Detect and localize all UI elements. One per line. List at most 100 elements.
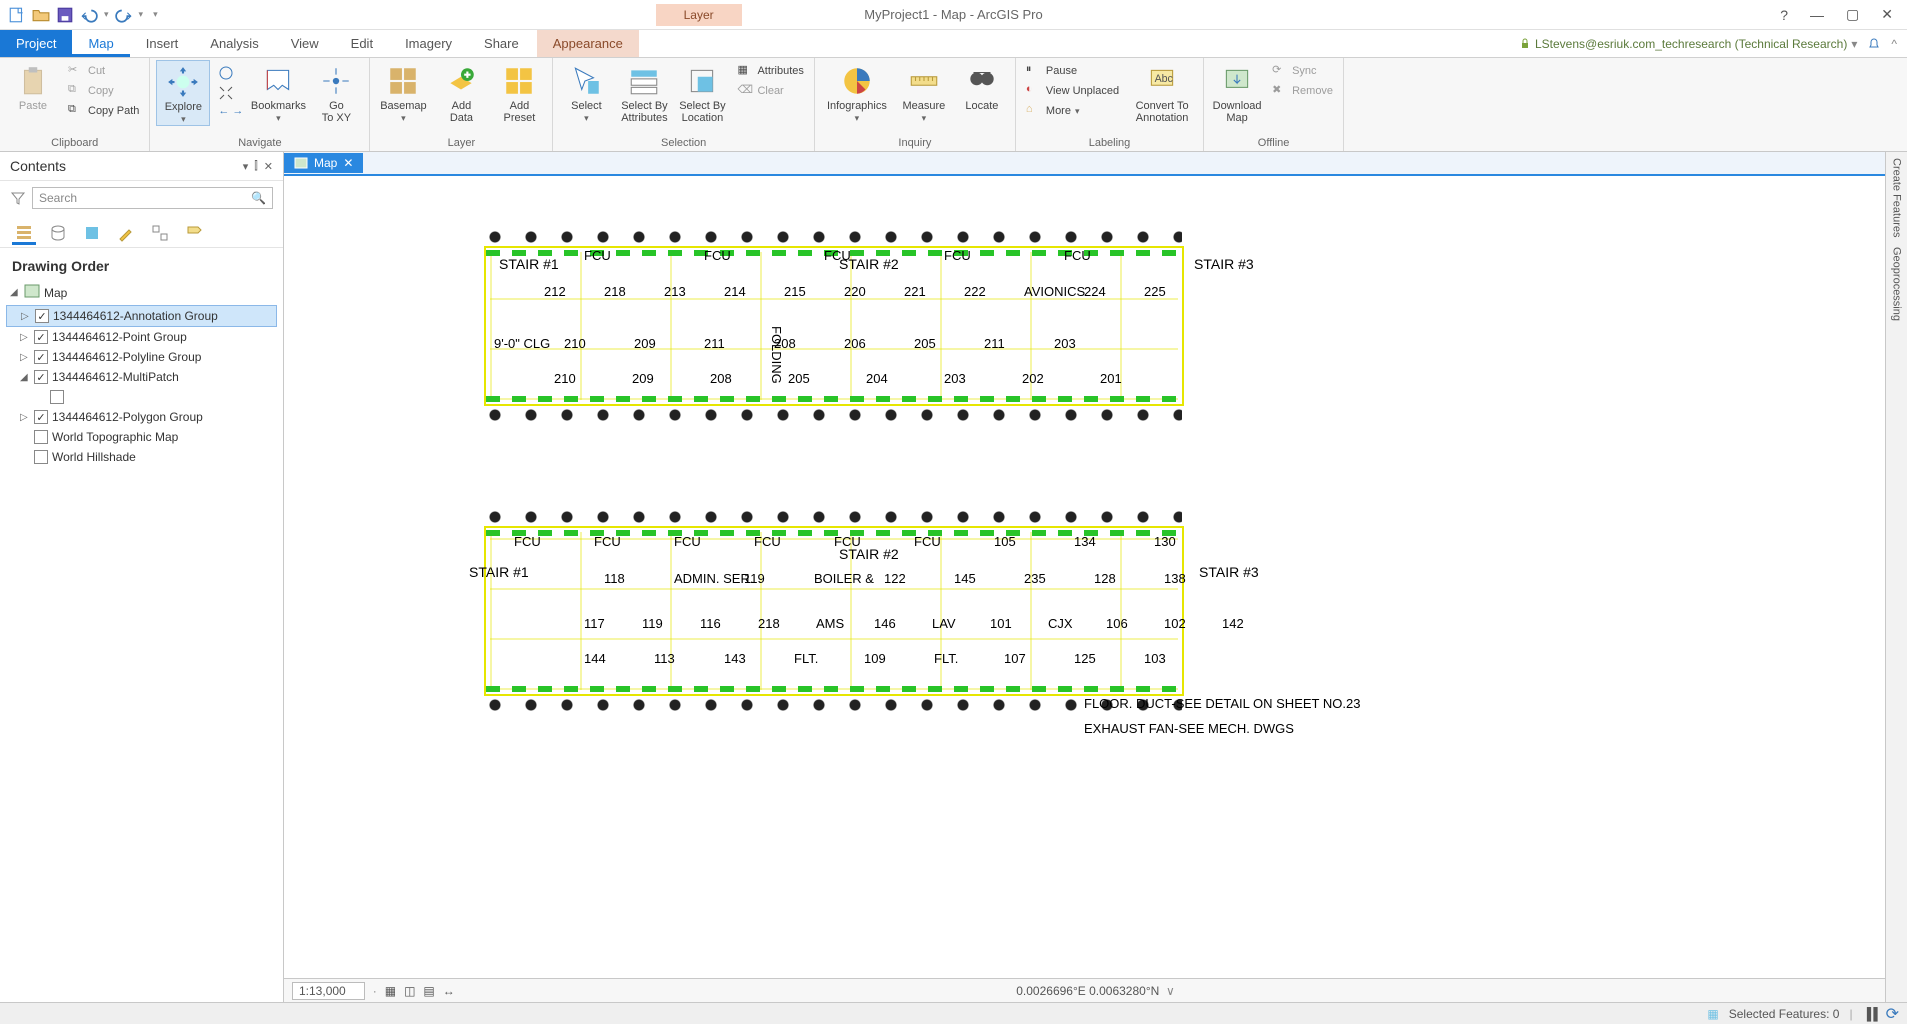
maximize-icon[interactable]: ▢ bbox=[1846, 6, 1859, 23]
mapbar-btn2[interactable]: ◫ bbox=[404, 984, 415, 998]
mapbar-btn4[interactable]: ↔ bbox=[443, 984, 455, 998]
layer-checkbox[interactable]: ✓ bbox=[34, 330, 48, 344]
search-icon[interactable]: 🔍 bbox=[251, 191, 266, 205]
pane-menu-icon[interactable]: ▾ bbox=[243, 160, 249, 173]
zoom-fixed-button[interactable] bbox=[214, 84, 247, 102]
room-label: 209 bbox=[632, 371, 654, 386]
view-snapping[interactable] bbox=[148, 221, 172, 245]
tab-analysis[interactable]: Analysis bbox=[194, 30, 274, 57]
remove-button[interactable]: ✖Remove bbox=[1268, 82, 1337, 100]
layer-checkbox[interactable] bbox=[34, 430, 48, 444]
view-data-source[interactable] bbox=[46, 221, 70, 245]
clear-button[interactable]: ⌫Clear bbox=[733, 82, 807, 100]
convert-annotation-button[interactable]: AbcConvert To Annotation bbox=[1127, 60, 1197, 124]
view-labeling[interactable] bbox=[182, 221, 206, 245]
gotoxy-button[interactable]: Go To XY bbox=[309, 60, 363, 124]
attributes-button[interactable]: ▦Attributes bbox=[733, 62, 807, 80]
layer-checkbox[interactable]: ✓ bbox=[34, 350, 48, 364]
download-map-button[interactable]: Download Map bbox=[1210, 60, 1264, 124]
add-preset-button[interactable]: Add Preset bbox=[492, 60, 546, 124]
undo-dropdown-icon[interactable]: ▾ bbox=[104, 9, 109, 20]
paste-button[interactable]: Paste bbox=[6, 60, 60, 112]
open-project-icon[interactable] bbox=[32, 6, 50, 24]
full-extent-button[interactable] bbox=[214, 64, 247, 82]
map-tab-strip: Map ✕ ▾ bbox=[284, 152, 1907, 176]
bookmarks-button[interactable]: Bookmarks▾ bbox=[251, 60, 305, 124]
room-label: 144 bbox=[584, 651, 606, 666]
layer-label: World Hillshade bbox=[52, 450, 136, 464]
sync-button[interactable]: ⟳Sync bbox=[1268, 62, 1337, 80]
cut-button[interactable]: ✂Cut bbox=[64, 62, 143, 80]
map-node[interactable]: ◢ Map bbox=[6, 280, 277, 305]
scale-input[interactable]: 1:13,000 bbox=[292, 982, 365, 1000]
pane-pin-icon[interactable]: ⫿ bbox=[254, 160, 258, 173]
redo-dropdown-icon[interactable]: ▾ bbox=[139, 9, 144, 20]
copy-path-button[interactable]: ⧉Copy Path bbox=[64, 102, 143, 120]
layer-node[interactable]: ◢✓1344464612-MultiPatch bbox=[6, 367, 277, 387]
layer-node[interactable]: ▷✓1344464612-Polygon Group bbox=[6, 407, 277, 427]
view-editing[interactable] bbox=[114, 221, 138, 245]
select-button[interactable]: Select▾ bbox=[559, 60, 613, 124]
save-icon[interactable] bbox=[56, 6, 74, 24]
signed-in-user[interactable]: LStevens@esriuk.com_techresearch (Techni… bbox=[1509, 30, 1907, 57]
tab-appearance[interactable]: Appearance bbox=[537, 30, 639, 57]
tab-imagery[interactable]: Imagery bbox=[389, 30, 468, 57]
add-data-button[interactable]: Add Data bbox=[434, 60, 488, 124]
layer-node[interactable]: World Hillshade bbox=[6, 447, 277, 467]
view-drawing-order[interactable] bbox=[12, 221, 36, 245]
layer-checkbox[interactable] bbox=[34, 450, 48, 464]
status-pause-icon[interactable]: ▐▐ bbox=[1863, 1007, 1876, 1021]
mapbar-btn3[interactable]: ▤ bbox=[423, 984, 434, 998]
room-label: 106 bbox=[1106, 616, 1128, 631]
collapse-ribbon-icon[interactable]: ^ bbox=[1891, 37, 1897, 51]
basemap-button[interactable]: Basemap▾ bbox=[376, 60, 430, 124]
layer-node[interactable]: ▷✓1344464612-Polyline Group bbox=[6, 347, 277, 367]
help-icon[interactable]: ? bbox=[1780, 7, 1788, 23]
pane-close-icon[interactable]: ✕ bbox=[264, 160, 273, 173]
tab-map[interactable]: Map bbox=[72, 30, 129, 57]
search-input[interactable]: Search 🔍 bbox=[32, 187, 273, 209]
locate-button[interactable]: Locate bbox=[955, 60, 1009, 112]
copy-button[interactable]: ⧉Copy bbox=[64, 82, 143, 100]
filter-icon[interactable] bbox=[10, 190, 26, 206]
dock-create-features[interactable]: Create Features bbox=[1891, 158, 1903, 237]
tab-share[interactable]: Share bbox=[468, 30, 535, 57]
room-label: 138 bbox=[1164, 571, 1186, 586]
pause-button[interactable]: ⏸Pause bbox=[1022, 62, 1123, 80]
measure-button[interactable]: Measure▾ bbox=[897, 60, 951, 124]
layer-checkbox[interactable]: ✓ bbox=[34, 410, 48, 424]
tab-insert[interactable]: Insert bbox=[130, 30, 195, 57]
more-labeling-button[interactable]: ⌂More ▾ bbox=[1022, 102, 1123, 120]
undo-icon[interactable] bbox=[80, 6, 98, 24]
coords-dropdown-icon[interactable]: ∨ bbox=[1166, 984, 1175, 998]
status-refresh-icon[interactable]: ⟳ bbox=[1886, 1004, 1899, 1024]
tab-edit[interactable]: Edit bbox=[335, 30, 389, 57]
select-by-location-button[interactable]: Select By Location bbox=[675, 60, 729, 124]
group-clipboard: Paste ✂Cut ⧉Copy ⧉Copy Path Clipboard bbox=[0, 58, 150, 151]
new-project-icon[interactable] bbox=[8, 6, 26, 24]
layer-node[interactable]: ▷✓1344464612-Point Group bbox=[6, 327, 277, 347]
layer-checkbox[interactable]: ✓ bbox=[35, 309, 49, 323]
map-tab[interactable]: Map ✕ bbox=[284, 153, 363, 173]
minimize-icon[interactable]: — bbox=[1810, 7, 1824, 23]
dock-geoprocessing[interactable]: Geoprocessing bbox=[1891, 247, 1903, 321]
close-icon[interactable]: ✕ bbox=[1881, 6, 1893, 23]
layer-checkbox[interactable]: ✓ bbox=[34, 370, 48, 384]
map-tab-close-icon[interactable]: ✕ bbox=[343, 156, 353, 170]
redo-icon[interactable] bbox=[115, 6, 133, 24]
infographics-button[interactable]: Infographics▾ bbox=[821, 60, 893, 124]
notifications-icon[interactable] bbox=[1867, 37, 1881, 51]
layer-node[interactable]: ▷✓1344464612-Annotation Group bbox=[6, 305, 277, 327]
layer-node[interactable]: World Topographic Map bbox=[6, 427, 277, 447]
view-unplaced-button[interactable]: ◐View Unplaced bbox=[1022, 82, 1123, 100]
tab-project[interactable]: Project bbox=[0, 30, 72, 57]
explore-button[interactable]: Explore▾ bbox=[156, 60, 210, 126]
qat-customize-icon[interactable]: ▾ bbox=[153, 9, 158, 20]
tab-view[interactable]: View bbox=[275, 30, 335, 57]
mapbar-btn1[interactable]: ▦ bbox=[385, 984, 396, 998]
room-label: FCU bbox=[834, 534, 861, 549]
map-canvas[interactable]: STAIR #1 STAIR #2 STAIR #3 FCUFCUFCUFCUF… bbox=[284, 176, 1907, 978]
select-by-attributes-button[interactable]: Select By Attributes bbox=[617, 60, 671, 124]
view-selection[interactable] bbox=[80, 221, 104, 245]
prev-next-extent[interactable]: ← → bbox=[214, 104, 247, 118]
